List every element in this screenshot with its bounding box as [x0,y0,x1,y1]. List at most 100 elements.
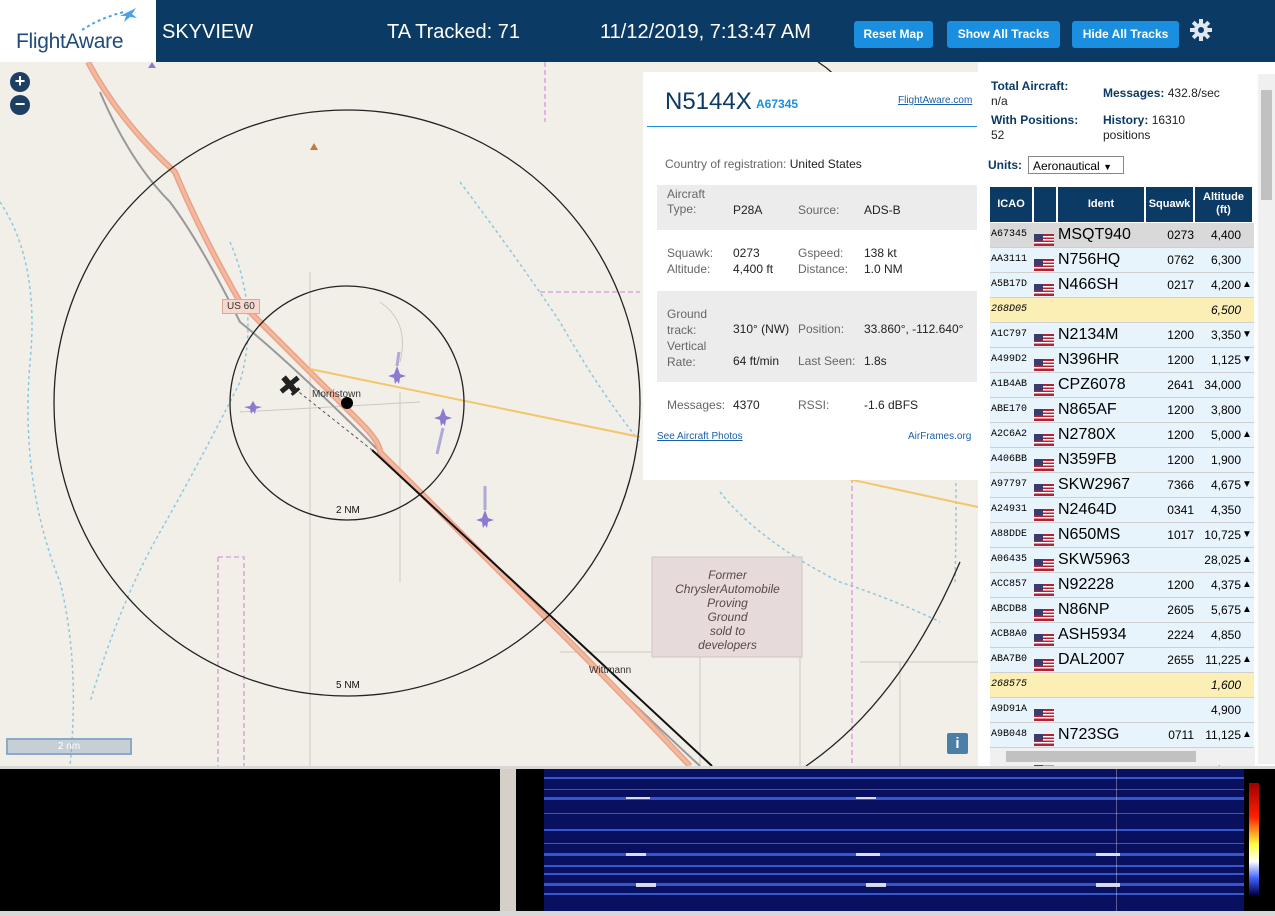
row-altitude: 34,000 [1204,378,1241,392]
table-row[interactable]: 268575 1,600 [990,673,1254,698]
top-bar: FlightAware SKYVIEW TA Tracked: 71 11/12… [0,0,1275,62]
waterfall-canvas [544,769,1259,911]
gspeed-label: Gspeed: [798,246,844,260]
country-value: United States [789,157,862,171]
row-ident: N396HR [1058,351,1120,368]
table-row[interactable]: A499D2 N396HR 1200 1,125 ▼ [990,348,1254,373]
table-row[interactable]: A2C6A2 N2780X 1200 5,000 ▲ [990,423,1254,448]
zoom-in-button[interactable]: + [10,72,30,92]
row-ident: ASH5934 [1058,626,1127,643]
divider [647,126,977,127]
table-row[interactable]: 268D05 6,500 [990,298,1254,323]
row-trend: ▲ [1242,279,1252,290]
table-row[interactable]: ACB8A0 ASH5934 2224 4,850 [990,623,1254,648]
hide-all-tracks-button[interactable]: Hide All Tracks [1072,21,1179,48]
aircraft-type-label: Aircraft Type: [667,187,706,216]
row-squawk: 1200 [1167,328,1194,342]
row-squawk: 1200 [1167,353,1194,367]
table-row[interactable]: ABE170 N865AF 1200 3,800 [990,398,1254,423]
row-icao: A9B048 [991,729,1028,740]
last-seen-label: Last Seen: [798,354,856,368]
table-row[interactable]: A406BB N359FB 1200 1,900 [990,448,1254,473]
units-select[interactable]: Aeronautical ▼ [1028,156,1124,174]
row-altitude: 6,300 [1210,253,1241,267]
row-altitude: 1,600 [1210,678,1241,692]
table-row[interactable]: A06435 SKW5963 28,025 ▲ [990,548,1254,573]
aircraft-photos-link[interactable]: See Aircraft Photos [657,431,743,442]
us-flag-icon [1034,355,1054,371]
col-header-altitude[interactable]: Altitude (ft) [1195,187,1252,222]
row-ident: N2464D [1058,501,1117,518]
row-squawk: 2605 [1167,603,1194,617]
table-row[interactable]: A88DDE N650MS 1017 10,725 ▼ [990,523,1254,548]
row-altitude: 11,125 [1205,728,1241,742]
us-flag-icon [1034,405,1054,421]
row-squawk: 1200 [1167,578,1194,592]
table-row[interactable]: ABA7B0 DAL2007 2655 11,225 ▲ [990,648,1254,673]
row-altitude: 3,800 [1210,403,1241,417]
col-header-icao[interactable]: ICAO [990,187,1032,222]
row-ident: N86NP [1058,601,1110,618]
scroll-thumb[interactable] [1006,751,1196,762]
row-ident: N92228 [1058,576,1115,593]
units-label: Units: [988,158,1022,172]
row-ident: N2134M [1058,326,1119,343]
col-header-ident[interactable]: Ident [1058,187,1144,222]
us-flag-icon [1034,580,1054,596]
history: History: 16310 positions [1103,113,1186,142]
flightaware-link[interactable]: FlightAware.com [898,95,972,106]
row-squawk: 1017 [1167,528,1194,542]
table-row[interactable]: A1B4AB CPZ6078 2641 34,000 [990,373,1254,398]
gspeed-value: 138 kt [864,246,897,260]
flightaware-logo[interactable]: FlightAware [0,0,156,62]
range-label-inner: 2 NM [336,505,360,516]
table-row[interactable]: ABCDB8 N86NP 2605 5,675 ▲ [990,598,1254,623]
table-row[interactable]: A9D91A 4,900 [990,698,1254,723]
road-shield-us60: US 60 [222,299,260,314]
us-flag-icon [1034,280,1054,296]
table-row[interactable]: A97797 SKW2967 7366 4,675 ▼ [990,473,1254,498]
ground-track-label: Ground track: Vertical Rate: [667,307,708,369]
reset-map-button[interactable]: Reset Map [854,21,933,48]
table-row[interactable]: AA3111 N756HQ 0762 6,300 [990,248,1254,273]
logo-plane-icon [81,8,137,31]
row-altitude: 4,200 [1210,278,1241,292]
with-positions: With Positions: 52 [991,113,1079,142]
us-flag-icon [1034,255,1054,271]
map-info-button[interactable]: i [947,733,968,754]
row-squawk: 0273 [1167,228,1194,242]
row-altitude: 6,500 [1210,303,1241,317]
row-icao: ABCDB8 [991,604,1028,615]
row-trend: ▼ [1242,329,1252,340]
row-squawk: 0341 [1167,503,1194,517]
table-row[interactable]: A1C797 N2134M 1200 3,350 ▼ [990,323,1254,348]
table-row[interactable]: ACC857 N92228 1200 4,375 ▲ [990,573,1254,598]
horizontal-scrollbar[interactable] [990,748,1255,765]
row-altitude: 4,900 [1210,703,1241,717]
scale-bar: 2 nm [6,738,132,755]
table-row[interactable]: A67345 MSQT940 0273 4,400 [990,223,1254,248]
table-row[interactable]: A5B17D N466SH 0217 4,200 ▲ [990,273,1254,298]
us-flag-icon [1034,480,1054,496]
tracked-count: TA Tracked: 71 [387,21,521,43]
row-icao: 268575 [991,679,1028,690]
table-row[interactable]: A9B048 N723SG 0711 11,125 ▲ [990,723,1254,748]
row-altitude: 10,725 [1204,528,1241,542]
row-icao: A97797 [991,479,1028,490]
zoom-out-button[interactable]: − [10,95,30,115]
vertical-scrollbar[interactable] [1258,74,1275,764]
row-ident: DAL2007 [1058,651,1125,668]
row-squawk [1147,548,1194,572]
us-flag-icon [1034,430,1054,446]
show-all-tracks-button[interactable]: Show All Tracks [947,21,1060,48]
row-ident: MSQT940 [1058,226,1131,243]
airframes-link[interactable]: AirFrames.org [908,431,971,442]
col-header-squawk[interactable]: Squawk [1146,187,1193,222]
spectrum-left-panel [0,769,500,911]
table-row[interactable]: A24931 N2464D 0341 4,350 [990,498,1254,523]
source-label: Source: [798,203,840,217]
scroll-thumb[interactable] [1261,90,1272,200]
us-flag-icon [1034,555,1054,571]
settings-gear-icon[interactable] [1189,18,1213,42]
range-label-outer: 5 NM [336,680,360,691]
